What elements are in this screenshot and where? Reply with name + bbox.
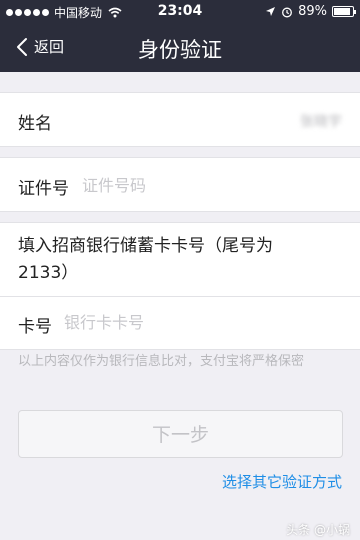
battery-icon (332, 6, 356, 17)
name-row: 姓名 张晓宇 (0, 92, 360, 147)
next-button[interactable]: 下一步 (18, 410, 343, 458)
alt-verification-link[interactable]: 选择其它验证方式 (222, 471, 342, 492)
status-bar: 中国移动 23:04 89% (0, 0, 360, 24)
name-value: 张晓宇 (300, 114, 342, 130)
card-number-input[interactable] (62, 309, 342, 335)
id-number-row: 证件号 (0, 157, 360, 212)
id-number-label: 证件号 (18, 179, 69, 199)
card-number-label: 卡号 (18, 317, 52, 337)
location-arrow-icon (266, 7, 276, 16)
nav-bar: 返回 身份验证 (0, 24, 360, 72)
watermark-text: 头条 @小蜗 (286, 523, 350, 537)
id-number-input[interactable] (80, 172, 340, 198)
card-section: 填入招商银行储蓄卡卡号（尾号为2133） 卡号 (0, 222, 360, 350)
name-label: 姓名 (18, 114, 52, 134)
card-prompt: 填入招商银行储蓄卡卡号（尾号为2133） (18, 236, 273, 283)
watermark: 头条 @小蜗 (286, 521, 350, 538)
divider (0, 296, 360, 297)
alarm-icon (282, 7, 293, 17)
back-button[interactable]: 返回 (16, 36, 64, 57)
chevron-left-icon (17, 37, 27, 56)
privacy-hint: 以上内容仅作为银行信息比对，支付宝将严格保密 (18, 354, 305, 369)
back-label: 返回 (34, 38, 65, 56)
battery-percent: 89% (298, 4, 327, 19)
